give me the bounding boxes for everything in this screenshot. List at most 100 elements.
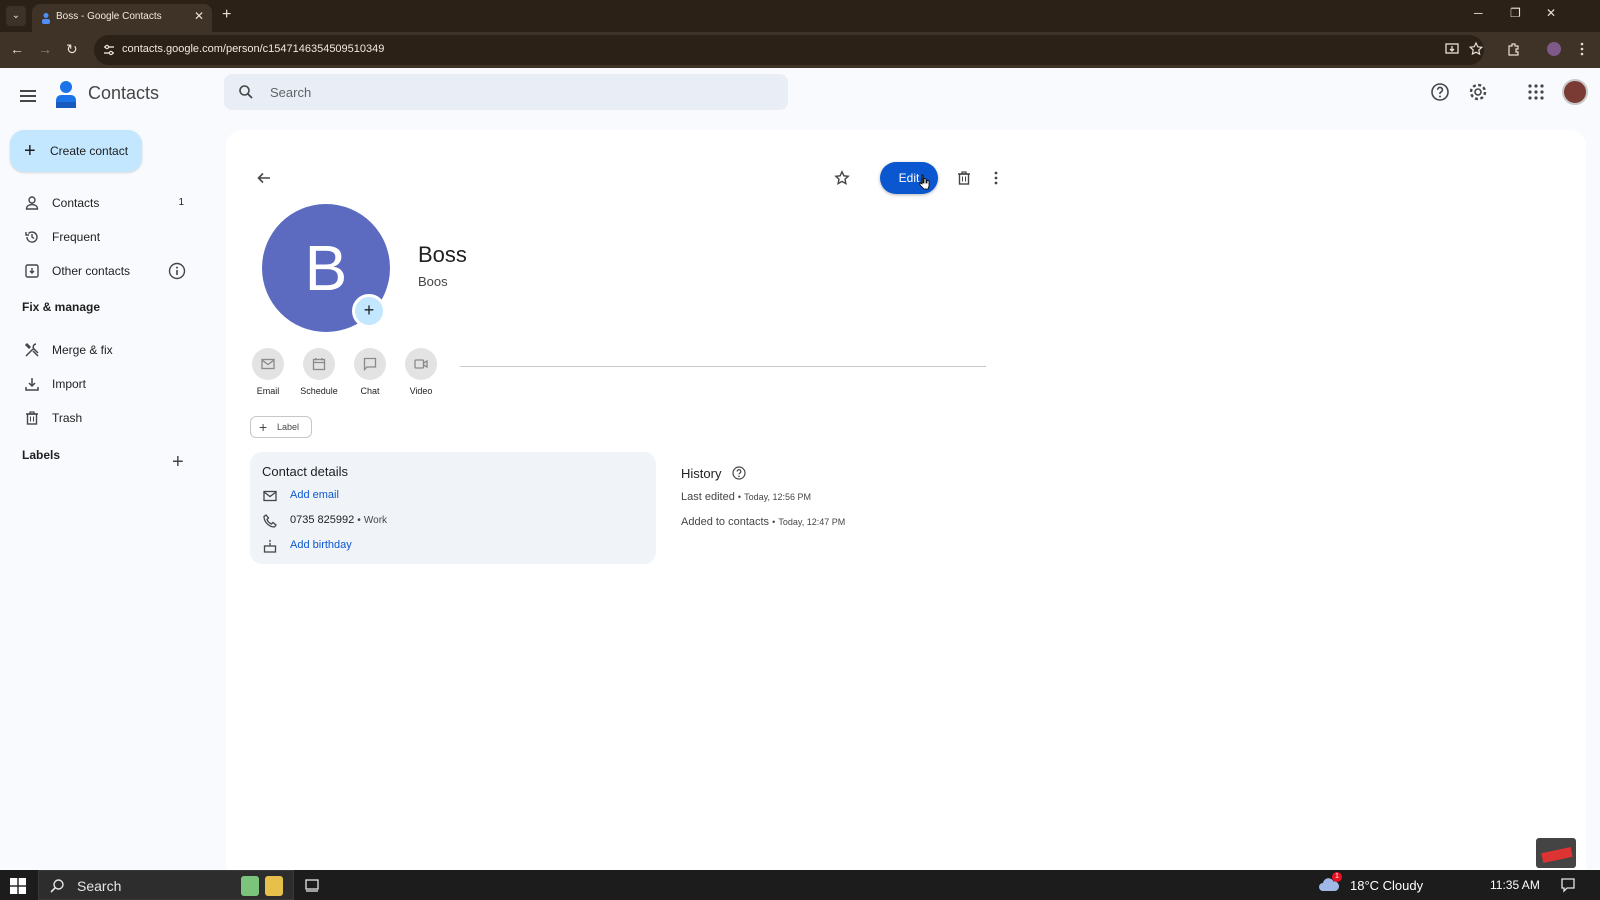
tools-icon <box>24 342 39 357</box>
divider <box>460 366 986 367</box>
add-label-chip[interactable]: + Label <box>250 416 312 438</box>
phone-icon <box>263 514 277 528</box>
fix-manage-heading: Fix & manage <box>22 300 101 314</box>
create-contact-button[interactable]: + Create contact <box>10 130 142 172</box>
tab-close-icon[interactable]: ✕ <box>194 9 204 23</box>
weather-text[interactable]: 18°C Cloudy <box>1350 878 1423 893</box>
action-label: Email <box>256 386 280 396</box>
add-birthday-link[interactable]: Add birthday <box>290 539 352 551</box>
install-app-icon[interactable] <box>1444 41 1460 57</box>
taskbar-search[interactable]: Search <box>38 870 294 900</box>
back-button[interactable]: ← <box>10 41 24 57</box>
search-input[interactable] <box>270 82 750 102</box>
cake-icon <box>263 539 277 553</box>
action-label: Video <box>409 386 433 396</box>
phone-value: 0735 825992 <box>290 514 355 526</box>
help-icon[interactable] <box>1430 82 1450 102</box>
phone-row: 0735 825992 • Work <box>262 511 642 531</box>
profile-icon[interactable] <box>1546 41 1562 57</box>
site-info-icon[interactable] <box>102 43 116 57</box>
main-menu-icon[interactable] <box>18 86 38 106</box>
account-avatar[interactable] <box>1562 79 1588 105</box>
sidebar-item-trash[interactable]: Trash <box>0 402 206 434</box>
weather-notification-badge: 1 <box>1332 872 1342 882</box>
sidebar-item-frequent[interactable]: Frequent <box>0 221 206 253</box>
last-edited-row: Last edited • Today, 12:56 PM <box>681 491 811 503</box>
extensions-icon[interactable] <box>1506 41 1522 57</box>
history-heading: History <box>681 466 722 481</box>
chat-action-button[interactable]: Chat <box>345 348 395 396</box>
delete-trash-icon[interactable] <box>956 170 972 186</box>
birthday-row: Add birthday <box>262 536 642 556</box>
info-icon[interactable] <box>168 262 186 280</box>
add-email-link[interactable]: Add email <box>290 489 339 501</box>
close-window-button[interactable]: ✕ <box>1546 6 1556 20</box>
video-icon <box>414 359 428 369</box>
chat-icon <box>363 357 377 372</box>
taskbar-search-label: Search <box>77 878 122 894</box>
contacts-favicon-icon <box>42 13 50 24</box>
added-row: Added to contacts • Today, 12:47 PM <box>681 516 845 528</box>
sidebar-item-label: Frequent <box>52 230 101 244</box>
back-arrow-icon[interactable] <box>256 170 272 186</box>
restore-button[interactable]: ❐ <box>1510 6 1521 20</box>
star-icon[interactable] <box>834 170 850 186</box>
action-label: Chat <box>360 386 380 396</box>
forward-button[interactable]: → <box>38 41 52 57</box>
create-contact-label: Create contact <box>50 144 129 158</box>
reload-button[interactable]: ↻ <box>66 41 78 57</box>
sidebar-item-label: Other contacts <box>52 264 131 278</box>
notification-center-icon[interactable] <box>1560 877 1576 893</box>
history-separator: • <box>772 517 776 527</box>
trash-icon <box>26 411 38 425</box>
more-options-icon[interactable] <box>988 170 1004 186</box>
sidebar-item-other-contacts[interactable]: Other contacts <box>0 255 206 287</box>
contact-details-panel: Contact details Add email 0735 825992 • … <box>250 452 656 564</box>
add-label-button[interactable]: + <box>172 452 184 472</box>
contacts-app: Contacts + Create contact Contacts 1 Fre… <box>0 68 1600 870</box>
settings-gear-icon[interactable] <box>1468 82 1488 102</box>
browser-tab-bar: ⌄ Boss - Google Contacts ✕ + ─ ❐ ✕ <box>0 0 1600 32</box>
browser-tab[interactable]: Boss - Google Contacts ✕ <box>32 4 212 32</box>
action-label: Schedule <box>300 386 338 396</box>
schedule-action-button[interactable]: Schedule <box>294 348 344 396</box>
contacts-count: 1 <box>178 197 184 208</box>
minimize-button[interactable]: ─ <box>1474 6 1483 20</box>
history-icon <box>25 231 38 243</box>
person-icon <box>25 196 39 210</box>
windows-start-icon[interactable] <box>10 878 26 894</box>
video-action-button[interactable]: Video <box>396 348 446 396</box>
contact-name: Boss <box>418 242 467 267</box>
phone-number[interactable]: 0735 825992 • Work <box>290 514 387 526</box>
apps-grid-icon[interactable] <box>1526 82 1546 102</box>
taskbar-app-icon[interactable] <box>241 876 259 896</box>
address-bar[interactable]: contacts.google.com/person/c154714635450… <box>94 35 1484 65</box>
windows-taskbar: Search 1 18°C Cloudy 11:35 AM <box>0 870 1600 900</box>
sidebar-item-contacts[interactable]: Contacts 1 <box>0 187 206 219</box>
sidebar-item-label: Contacts <box>52 196 100 210</box>
added-time: Today, 12:47 PM <box>778 517 846 527</box>
sidebar-item-label: Import <box>52 377 87 391</box>
sidebar-item-import[interactable]: Import <box>0 368 206 400</box>
add-photo-button[interactable]: + <box>352 294 386 328</box>
new-tab-button[interactable]: + <box>222 6 231 24</box>
system-clock[interactable]: 11:35 AM <box>1490 878 1540 892</box>
overlay-thumbnail <box>1536 838 1576 868</box>
tab-title: Boss - Google Contacts <box>56 11 162 22</box>
contact-details-heading: Contact details <box>262 464 348 479</box>
bookmark-star-icon[interactable] <box>1468 41 1484 57</box>
search-bar[interactable] <box>224 74 788 110</box>
last-edited-time: Today, 12:56 PM <box>744 492 811 502</box>
tab-search-button[interactable]: ⌄ <box>6 6 26 26</box>
email-action-button[interactable]: Email <box>243 348 293 396</box>
contacts-logo-icon <box>56 81 76 108</box>
contact-detail-card: Edit B + Boss Boos Email Schedule Chat V… <box>226 130 1586 870</box>
mail-icon <box>263 490 277 502</box>
browser-menu-icon[interactable] <box>1574 41 1590 57</box>
sidebar-item-merge-fix[interactable]: Merge & fix <box>0 334 206 366</box>
last-edited-label: Last edited <box>681 491 735 503</box>
help-icon[interactable] <box>732 466 746 480</box>
taskbar-app-icon[interactable] <box>265 876 283 896</box>
task-view-icon[interactable] <box>304 877 320 893</box>
plus-icon: + <box>259 419 268 435</box>
